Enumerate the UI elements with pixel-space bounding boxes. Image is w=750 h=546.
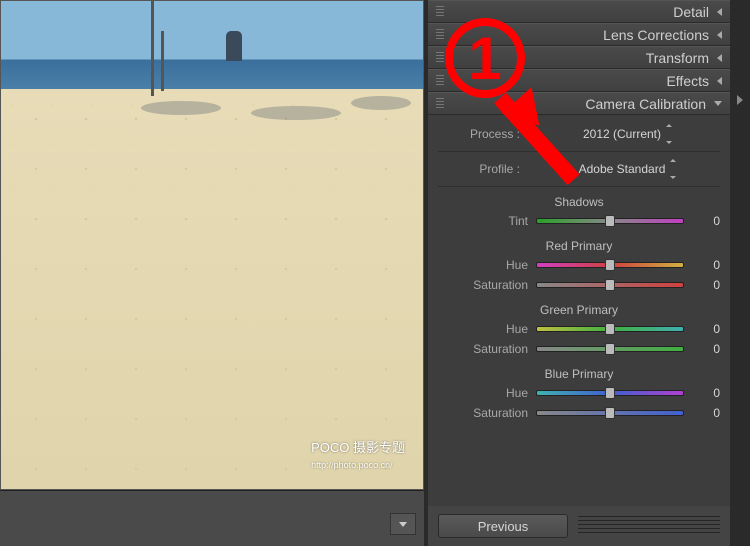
slider-green-saturation: Saturation 0 bbox=[438, 339, 720, 359]
grip-icon bbox=[436, 75, 444, 87]
grip-icon bbox=[436, 98, 444, 110]
panel-title: Transform bbox=[646, 50, 709, 66]
slider-thumb[interactable] bbox=[605, 387, 615, 399]
image-watermark: POCO 摄影专题 http://photo.poco.cn/ bbox=[311, 437, 405, 471]
profile-label: Profile : bbox=[438, 162, 528, 176]
slider-track[interactable] bbox=[536, 346, 684, 352]
process-value: 2012 (Current) bbox=[583, 127, 661, 141]
panel-title: Camera Calibration bbox=[585, 96, 706, 112]
right-edge-strip[interactable] bbox=[730, 0, 750, 546]
panel-title: Detail bbox=[673, 4, 709, 20]
watermark-sub: http://photo.poco.cn/ bbox=[311, 460, 393, 470]
slider-red-saturation: Saturation 0 bbox=[438, 275, 720, 295]
slider-shadows-tint: Tint 0 bbox=[438, 211, 720, 231]
slider-value[interactable]: 0 bbox=[692, 342, 720, 356]
chevron-down-icon bbox=[714, 101, 722, 106]
slider-label: Hue bbox=[438, 386, 528, 400]
slider-track[interactable] bbox=[536, 262, 684, 268]
panel-header-detail[interactable]: Detail bbox=[428, 0, 730, 23]
develop-panel: Detail Lens Corrections Transform Effect… bbox=[428, 0, 730, 506]
slider-value[interactable]: 0 bbox=[692, 214, 720, 228]
slider-blue-hue: Hue 0 bbox=[438, 383, 720, 403]
slider-thumb[interactable] bbox=[605, 343, 615, 355]
panel-header-lens[interactable]: Lens Corrections bbox=[428, 23, 730, 46]
slider-value[interactable]: 0 bbox=[692, 278, 720, 292]
slider-label: Saturation bbox=[438, 342, 528, 356]
slider-value[interactable]: 0 bbox=[692, 322, 720, 336]
slider-thumb[interactable] bbox=[605, 407, 615, 419]
panel-header-camera-calibration[interactable]: Camera Calibration bbox=[428, 92, 730, 115]
section-blue-primary: Blue Primary bbox=[438, 367, 720, 381]
slider-label: Saturation bbox=[438, 278, 528, 292]
slider-red-hue: Hue 0 bbox=[438, 255, 720, 275]
reset-button-area[interactable] bbox=[578, 516, 720, 536]
slider-track[interactable] bbox=[536, 390, 684, 396]
slider-thumb[interactable] bbox=[605, 323, 615, 335]
slider-blue-saturation: Saturation 0 bbox=[438, 403, 720, 423]
view-mode-dropdown[interactable] bbox=[390, 513, 416, 535]
slider-label: Tint bbox=[438, 214, 528, 228]
slider-value[interactable]: 0 bbox=[692, 406, 720, 420]
slider-track[interactable] bbox=[536, 410, 684, 416]
footer-bar: Previous bbox=[428, 506, 730, 546]
profile-row: Profile : Adobe Standard bbox=[438, 158, 720, 180]
image-sand bbox=[1, 89, 423, 489]
divider bbox=[438, 151, 720, 152]
panel-title: Lens Corrections bbox=[603, 27, 709, 43]
process-label: Process : bbox=[438, 127, 528, 141]
slider-track[interactable] bbox=[536, 218, 684, 224]
process-row: Process : 2012 (Current) bbox=[438, 123, 720, 145]
image-preview[interactable]: POCO 摄影专题 http://photo.poco.cn/ bbox=[0, 0, 424, 490]
divider bbox=[438, 186, 720, 187]
panel-header-effects[interactable]: Effects bbox=[428, 69, 730, 92]
slider-label: Saturation bbox=[438, 406, 528, 420]
image-person bbox=[226, 31, 242, 61]
slider-value[interactable]: 0 bbox=[692, 258, 720, 272]
grip-icon bbox=[436, 29, 444, 41]
process-dropdown[interactable]: 2012 (Current) bbox=[528, 127, 720, 141]
chevron-left-icon bbox=[717, 54, 722, 62]
slider-label: Hue bbox=[438, 258, 528, 272]
chevron-left-icon bbox=[717, 8, 722, 16]
slider-green-hue: Hue 0 bbox=[438, 319, 720, 339]
image-shadow bbox=[251, 106, 341, 120]
slider-thumb[interactable] bbox=[605, 215, 615, 227]
image-pole bbox=[161, 31, 164, 91]
panel-header-transform[interactable]: Transform bbox=[428, 46, 730, 69]
grip-icon bbox=[436, 6, 444, 18]
slider-track[interactable] bbox=[536, 282, 684, 288]
section-green-primary: Green Primary bbox=[438, 303, 720, 317]
slider-value[interactable]: 0 bbox=[692, 386, 720, 400]
previous-button[interactable]: Previous bbox=[438, 514, 568, 538]
image-shadow bbox=[351, 96, 411, 110]
chevron-left-icon bbox=[717, 31, 722, 39]
panel-title: Effects bbox=[666, 73, 709, 89]
slider-track[interactable] bbox=[536, 326, 684, 332]
previous-label: Previous bbox=[478, 519, 529, 534]
slider-thumb[interactable] bbox=[605, 259, 615, 271]
image-pole bbox=[151, 1, 154, 96]
chevron-left-icon bbox=[717, 77, 722, 85]
profile-dropdown[interactable]: Adobe Standard bbox=[528, 162, 720, 176]
film-strip-bar bbox=[0, 490, 424, 546]
section-red-primary: Red Primary bbox=[438, 239, 720, 253]
grip-icon bbox=[436, 52, 444, 64]
chevron-right-icon bbox=[737, 95, 743, 105]
chevron-down-icon bbox=[399, 522, 407, 527]
camera-calibration-body: Process : 2012 (Current) Profile : Adobe… bbox=[428, 115, 730, 429]
profile-value: Adobe Standard bbox=[579, 162, 666, 176]
slider-thumb[interactable] bbox=[605, 279, 615, 291]
section-shadows: Shadows bbox=[438, 195, 720, 209]
watermark-main: POCO 摄影专题 bbox=[311, 440, 405, 455]
slider-label: Hue bbox=[438, 322, 528, 336]
image-shadow bbox=[141, 101, 221, 115]
